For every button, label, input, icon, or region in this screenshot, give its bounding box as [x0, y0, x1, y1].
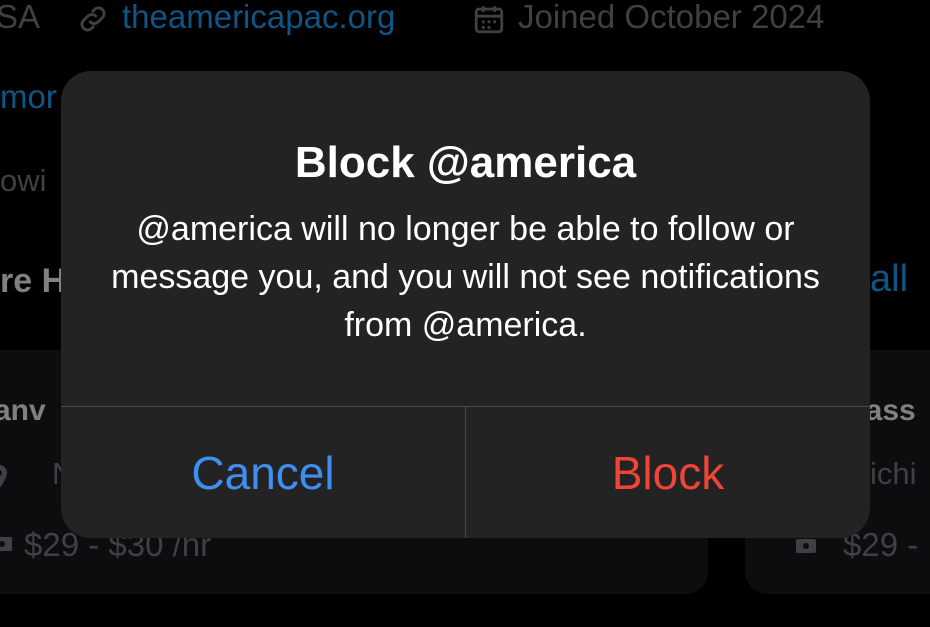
block-confirmation-dialog: Block @america @america will no longer b…	[61, 71, 870, 538]
block-button[interactable]: Block	[466, 407, 870, 538]
dialog-message: @america will no longer be able to follo…	[111, 210, 820, 344]
dialog-title: Block @america	[294, 138, 637, 187]
cancel-button[interactable]: Cancel	[61, 407, 465, 538]
